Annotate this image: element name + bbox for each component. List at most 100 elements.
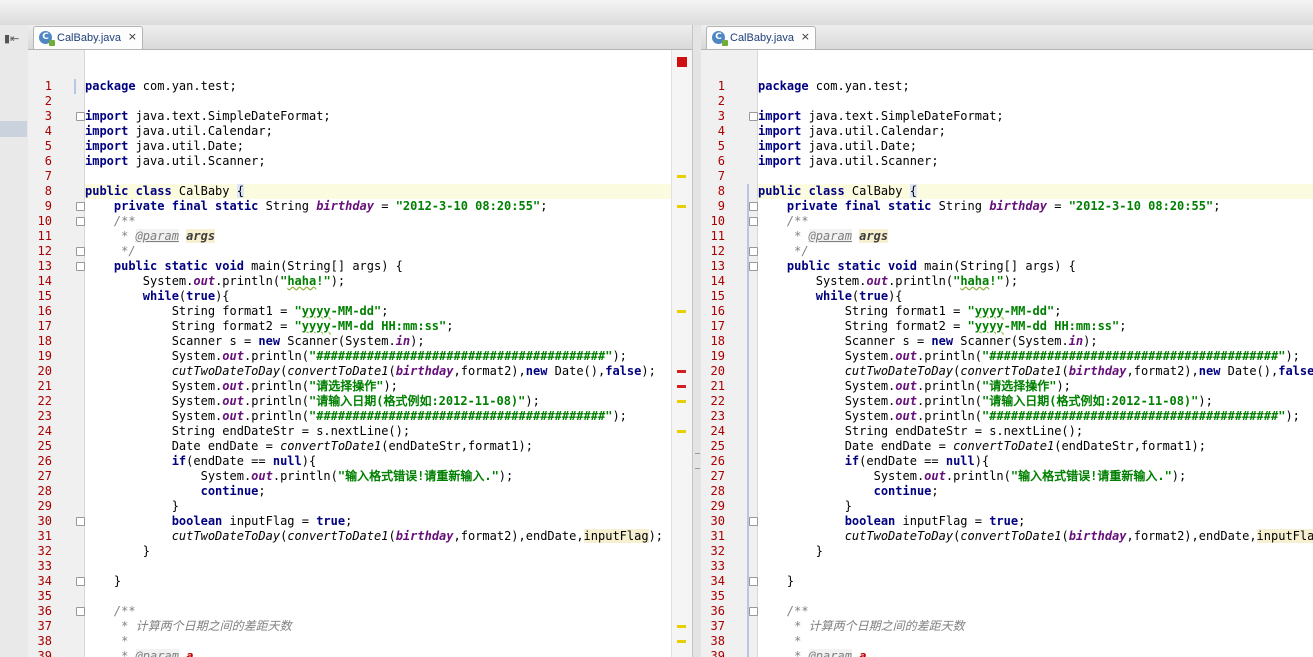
code-line[interactable]: System.out.println("请输入日期(格式例如:2012-11-0… bbox=[85, 394, 672, 409]
code-line[interactable]: /** bbox=[85, 604, 672, 619]
fold-marker-icon[interactable] bbox=[749, 607, 758, 616]
code-line[interactable]: if(endDate == null){ bbox=[85, 454, 672, 469]
stripe-marker[interactable] bbox=[677, 625, 686, 628]
code-line[interactable]: import java.text.SimpleDateFormat; bbox=[85, 109, 672, 124]
code-line[interactable]: } bbox=[85, 574, 672, 589]
code-line[interactable]: import java.util.Scanner; bbox=[85, 154, 672, 169]
code-line[interactable]: System.out.println("请输入日期(格式例如:2012-11-0… bbox=[758, 394, 1313, 409]
code-line[interactable] bbox=[758, 169, 1313, 184]
code-line[interactable] bbox=[85, 94, 672, 109]
code-line[interactable]: String format1 = "yyyy-MM-dd"; bbox=[85, 304, 672, 319]
code-line[interactable]: System.out.println("请选择操作"); bbox=[85, 379, 672, 394]
code-line[interactable]: /** bbox=[758, 214, 1313, 229]
code-line[interactable]: * @param args bbox=[758, 229, 1313, 244]
code-line[interactable]: import java.util.Calendar; bbox=[758, 124, 1313, 139]
code-line[interactable]: * @param a bbox=[85, 649, 672, 657]
line-number-gutter[interactable]: 1 2 3 4 5 6 7 8 9 10 11 12 13 14 15 16 17 18 19 20 21 22 23 24 2… bbox=[28, 50, 85, 657]
code-line[interactable]: */ bbox=[758, 244, 1313, 259]
code-line[interactable]: public static void main(String[] args) { bbox=[758, 259, 1313, 274]
fold-marker-icon[interactable] bbox=[749, 517, 758, 526]
code-line[interactable]: String endDateStr = s.nextLine(); bbox=[758, 424, 1313, 439]
code-line[interactable]: boolean inputFlag = true; bbox=[758, 514, 1313, 529]
code-line[interactable]: while(true){ bbox=[85, 289, 672, 304]
selected-tool-item[interactable] bbox=[0, 121, 27, 137]
code-line[interactable]: } bbox=[85, 544, 672, 559]
code-area[interactable]: package com.yan.test; import java.text.Si… bbox=[758, 50, 1313, 657]
fold-marker-icon[interactable] bbox=[749, 112, 758, 121]
code-line[interactable]: continue; bbox=[85, 484, 672, 499]
code-line[interactable]: System.out.println("请选择操作"); bbox=[758, 379, 1313, 394]
code-line[interactable]: System.out.println("haha!"); bbox=[85, 274, 672, 289]
code-line[interactable]: String format1 = "yyyy-MM-dd"; bbox=[758, 304, 1313, 319]
code-line[interactable]: * @param a bbox=[758, 649, 1313, 657]
code-line[interactable]: public class CalBaby { bbox=[85, 184, 672, 199]
code-line[interactable]: private final static String birthday = "… bbox=[85, 199, 672, 214]
code-line[interactable]: } bbox=[758, 574, 1313, 589]
code-line[interactable]: System.out.println("haha!"); bbox=[758, 274, 1313, 289]
code-line[interactable]: * bbox=[85, 634, 672, 649]
code-line[interactable]: * 计算两个日期之间的差距天数 bbox=[85, 619, 672, 634]
code-line[interactable]: System.out.println("输入格式错误!请重新输入."); bbox=[758, 469, 1313, 484]
fold-marker-icon[interactable] bbox=[76, 112, 85, 121]
code-line[interactable]: cutTwoDateToDay(convertToDate1(birthday,… bbox=[85, 364, 672, 379]
code-line[interactable]: /** bbox=[85, 214, 672, 229]
stripe-marker[interactable] bbox=[677, 640, 686, 643]
error-stripe[interactable] bbox=[671, 50, 692, 657]
line-number-gutter[interactable]: 1 2 3 4 5 6 7 8 9 10 11 12 13 14 15 16 17 18 19 20 21 22 23 24 2… bbox=[701, 50, 758, 657]
code-line[interactable]: package com.yan.test; bbox=[85, 79, 672, 94]
code-line[interactable]: import java.util.Scanner; bbox=[758, 154, 1313, 169]
editor-tab-calbaby-java[interactable]: C CalBaby.java × bbox=[706, 26, 816, 49]
code-line[interactable]: Date endDate = convertToDate1(endDateStr… bbox=[758, 439, 1313, 454]
fold-marker-icon[interactable] bbox=[76, 517, 85, 526]
code-line[interactable] bbox=[85, 169, 672, 184]
fold-marker-icon[interactable] bbox=[76, 607, 85, 616]
stripe-marker[interactable] bbox=[677, 400, 686, 403]
code-line[interactable]: Date endDate = convertToDate1(endDateStr… bbox=[85, 439, 672, 454]
code-line[interactable]: System.out.println("####################… bbox=[85, 409, 672, 424]
stripe-marker[interactable] bbox=[677, 430, 686, 433]
stripe-marker[interactable] bbox=[677, 370, 686, 373]
code-area[interactable]: package com.yan.test; import java.text.Si… bbox=[85, 50, 672, 657]
code-line[interactable] bbox=[758, 559, 1313, 574]
code-line[interactable]: System.out.println("####################… bbox=[85, 349, 672, 364]
fold-marker-icon[interactable] bbox=[76, 262, 85, 271]
code-line[interactable] bbox=[85, 589, 672, 604]
code-line[interactable]: if(endDate == null){ bbox=[758, 454, 1313, 469]
code-line[interactable]: } bbox=[758, 499, 1313, 514]
fold-marker-icon[interactable] bbox=[749, 247, 758, 256]
code-line[interactable]: package com.yan.test; bbox=[758, 79, 1313, 94]
code-line[interactable]: System.out.println("####################… bbox=[758, 349, 1313, 364]
code-line[interactable]: } bbox=[85, 499, 672, 514]
fold-marker-icon[interactable] bbox=[76, 202, 85, 211]
close-tab-icon[interactable]: × bbox=[801, 30, 810, 43]
stripe-marker[interactable] bbox=[677, 385, 686, 388]
fold-marker-icon[interactable] bbox=[76, 217, 85, 226]
code-line[interactable]: import java.util.Calendar; bbox=[85, 124, 672, 139]
code-line[interactable]: cutTwoDateToDay(convertToDate1(birthday,… bbox=[85, 529, 672, 544]
code-line[interactable]: * bbox=[758, 634, 1313, 649]
code-line[interactable]: cutTwoDateToDay(convertToDate1(birthday,… bbox=[758, 529, 1313, 544]
code-line[interactable]: String format2 = "yyyy-MM-dd HH:mm:ss"; bbox=[758, 319, 1313, 334]
code-line[interactable]: boolean inputFlag = true; bbox=[85, 514, 672, 529]
code-line[interactable]: * @param args bbox=[85, 229, 672, 244]
code-line[interactable]: } bbox=[758, 544, 1313, 559]
close-tab-icon[interactable]: × bbox=[128, 30, 137, 43]
code-line[interactable]: String format2 = "yyyy-MM-dd HH:mm:ss"; bbox=[85, 319, 672, 334]
code-line[interactable] bbox=[85, 559, 672, 574]
editor-tab-calbaby-java[interactable]: C CalBaby.java × bbox=[33, 26, 143, 49]
code-line[interactable]: System.out.println("输入格式错误!请重新输入."); bbox=[85, 469, 672, 484]
code-line[interactable]: /** bbox=[758, 604, 1313, 619]
fold-marker-icon[interactable] bbox=[749, 217, 758, 226]
code-line[interactable]: public static void main(String[] args) { bbox=[85, 259, 672, 274]
code-line[interactable]: private final static String birthday = "… bbox=[758, 199, 1313, 214]
code-line[interactable]: * 计算两个日期之间的差距天数 bbox=[758, 619, 1313, 634]
code-line[interactable]: System.out.println("####################… bbox=[758, 409, 1313, 424]
splitter-grip-icon[interactable] bbox=[695, 453, 700, 469]
code-line[interactable]: continue; bbox=[758, 484, 1313, 499]
stripe-marker[interactable] bbox=[677, 310, 686, 313]
fold-marker-icon[interactable] bbox=[76, 247, 85, 256]
code-line[interactable]: Scanner s = new Scanner(System.in); bbox=[85, 334, 672, 349]
code-line[interactable]: public class CalBaby { bbox=[758, 184, 1313, 199]
fold-marker-icon[interactable] bbox=[749, 202, 758, 211]
code-line[interactable]: Scanner s = new Scanner(System.in); bbox=[758, 334, 1313, 349]
